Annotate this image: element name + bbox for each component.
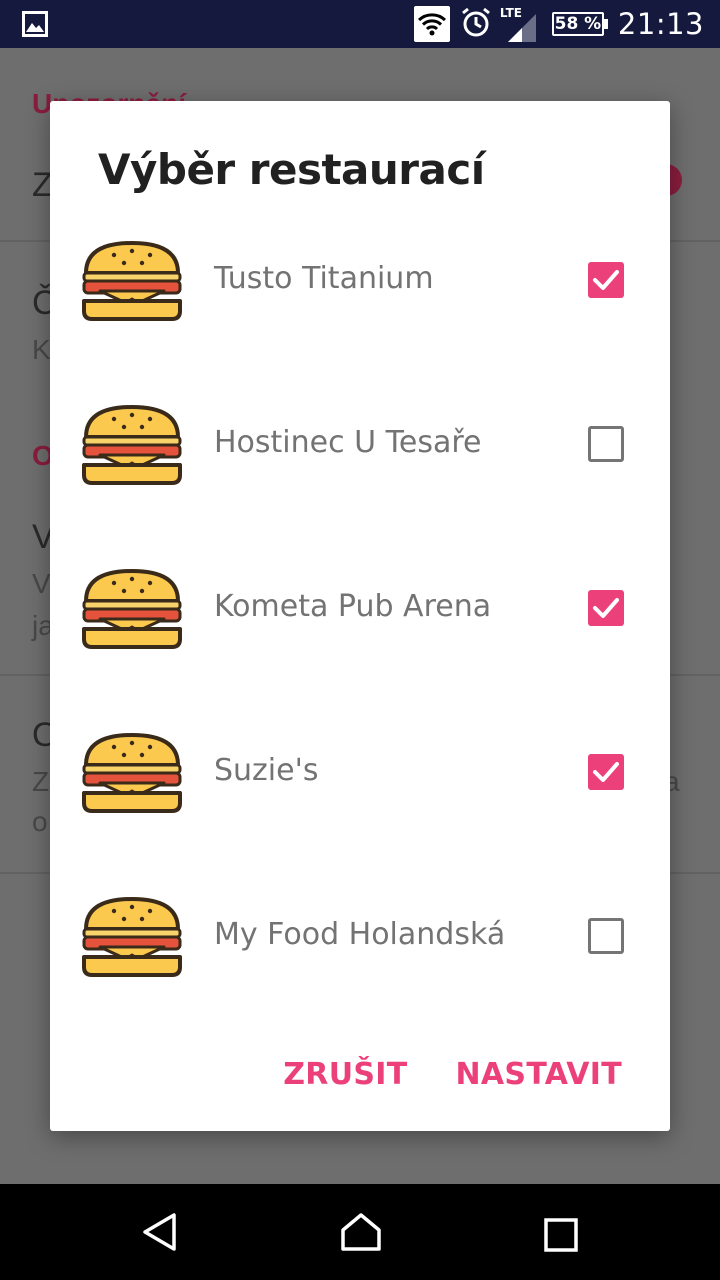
- battery-icon: 58 %: [551, 12, 608, 36]
- checkbox-unchecked[interactable]: [588, 918, 624, 954]
- checkbox-checked[interactable]: [588, 590, 624, 626]
- restaurant-selection-dialog: Výběr restaurací Tusto Titanium Hostinec…: [50, 101, 670, 1131]
- checkbox-unchecked[interactable]: [588, 426, 624, 462]
- restaurant-label: My Food Holandská: [214, 917, 506, 952]
- signal-icon: LTE: [500, 4, 542, 44]
- restaurant-item[interactable]: Kometa Pub Arena: [50, 545, 670, 709]
- burger-icon: [80, 731, 184, 815]
- burger-icon: [80, 567, 184, 651]
- burger-icon: [80, 895, 184, 979]
- restaurant-label: Kometa Pub Arena: [214, 589, 492, 624]
- restaurant-list: Tusto Titanium Hostinec U Tesaře Kometa …: [50, 217, 670, 1037]
- dialog-title: Výběr restaurací: [98, 145, 485, 194]
- settings-row-subtitle: K: [32, 334, 51, 365]
- checkbox-checked[interactable]: [588, 754, 624, 790]
- alarm-icon: [460, 6, 492, 43]
- restaurant-item[interactable]: My Food Holandská: [50, 873, 670, 1037]
- checkbox-checked[interactable]: [588, 262, 624, 298]
- settings-row-subtitle: Z: [32, 766, 50, 797]
- restaurant-item[interactable]: Suzie's: [50, 709, 670, 873]
- burger-icon: [80, 403, 184, 487]
- restaurant-label: Hostinec U Tesaře: [214, 425, 482, 460]
- confirm-button[interactable]: NASTAVIT: [456, 1057, 623, 1092]
- clock: 21:13: [617, 7, 704, 41]
- back-button[interactable]: [142, 1212, 178, 1257]
- restaurant-item[interactable]: Tusto Titanium: [50, 217, 670, 381]
- image-notification-icon: [22, 11, 48, 42]
- restaurant-label: Suzie's: [214, 753, 319, 788]
- recents-icon: [544, 1218, 578, 1252]
- status-bar: LTE 58 % 21:13: [0, 0, 720, 48]
- cancel-button[interactable]: ZRUŠIT: [283, 1057, 407, 1092]
- burger-icon: [80, 239, 184, 323]
- recents-button[interactable]: [544, 1218, 578, 1257]
- wifi-icon: [413, 6, 450, 42]
- restaurant-label: Tusto Titanium: [214, 261, 434, 296]
- navigation-bar: [0, 1184, 720, 1280]
- restaurant-item[interactable]: Hostinec U Tesaře: [50, 381, 670, 545]
- settings-row-subtitle: V: [32, 568, 51, 599]
- back-icon: [143, 1213, 176, 1251]
- settings-row-subtitle: o: [32, 806, 48, 837]
- home-button[interactable]: [340, 1212, 382, 1257]
- battery-level: 58 %: [554, 14, 602, 34]
- home-icon: [341, 1213, 381, 1251]
- dialog-actions: ZRUŠIT NASTAVIT: [283, 1057, 622, 1092]
